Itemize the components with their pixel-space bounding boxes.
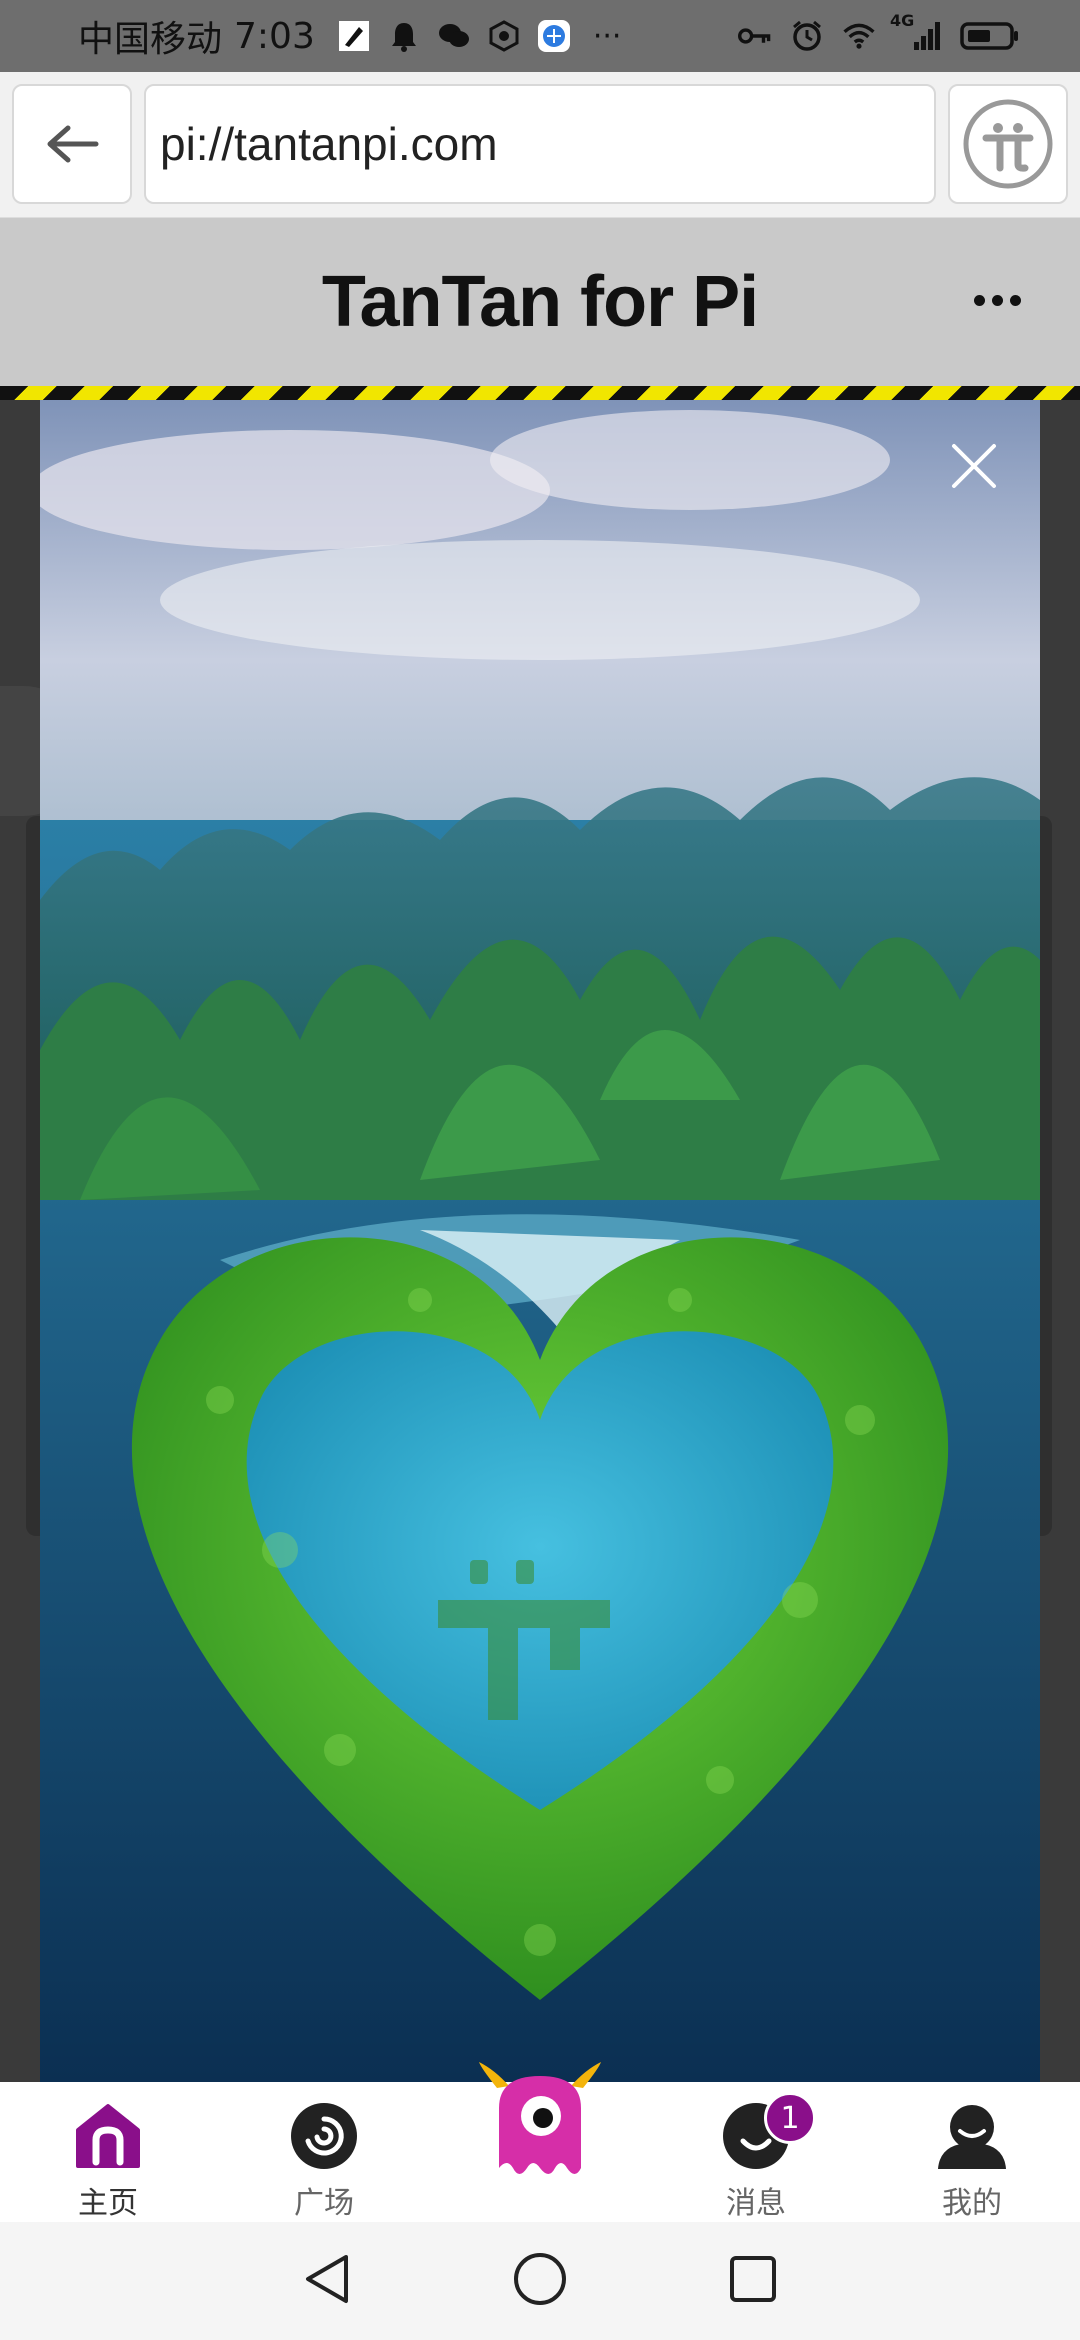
more-notifications: ··· [592, 18, 622, 54]
clock: 7:03 [234, 15, 315, 57]
rocket-icon [337, 19, 371, 53]
status-right: 4G [738, 11, 1020, 53]
system-back-icon[interactable] [302, 2251, 352, 2311]
network-type: 4G [890, 11, 915, 30]
key-icon [738, 19, 772, 53]
app-header: TanTan for Pi [0, 218, 1080, 386]
dot-icon [1009, 294, 1021, 306]
profile-icon [936, 2100, 1008, 2172]
close-button[interactable] [946, 438, 1002, 494]
plaza-icon [288, 2100, 360, 2172]
mascot-icon [475, 2058, 605, 2188]
nav-home[interactable]: 主页 [0, 2082, 216, 2222]
nav-messages-label: 消息 [726, 2186, 786, 2221]
hazard-stripe [0, 386, 1080, 400]
url-field[interactable]: pi://tantanpi.com [144, 84, 936, 204]
heart-lake-image [40, 400, 1040, 2082]
signal-icon: 4G [890, 11, 942, 53]
home-icon [72, 2100, 144, 2172]
status-bar: 中国移动 7:03 ··· 4G [0, 0, 1080, 72]
nav-profile-label: 我的 [942, 2186, 1002, 2221]
browser-toolbar: pi://tantanpi.com [0, 72, 1080, 218]
nav-messages[interactable]: 1 消息 [648, 2082, 864, 2222]
system-home-icon[interactable] [512, 2251, 568, 2311]
alarm-icon [790, 19, 824, 53]
dot-icon [973, 294, 985, 306]
app-title: TanTan for Pi [321, 262, 759, 342]
message-badge: 1 [764, 2092, 816, 2144]
more-options-button[interactable] [962, 280, 1032, 320]
nav-plaza[interactable]: 广场 [216, 2082, 432, 2222]
screen: 中国移动 7:03 ··· 4G pi://tantanpi.com TanTa… [0, 0, 1080, 2340]
status-left: 中国移动 7:03 ··· [78, 10, 621, 62]
nav-home-label: 主页 [78, 2186, 138, 2221]
nav-profile[interactable]: 我的 [864, 2082, 1080, 2222]
image-viewer[interactable] [40, 400, 1040, 2082]
pi-logo-icon [963, 99, 1053, 189]
browser-icon [537, 19, 571, 53]
app-icon [487, 19, 521, 53]
back-arrow-icon [47, 125, 99, 163]
battery-icon [960, 19, 1020, 53]
bottom-navigation: 主页 广场 1 消息 我的 [0, 2062, 1080, 2222]
back-button[interactable] [12, 84, 132, 204]
url-text: pi://tantanpi.com [160, 118, 498, 170]
pi-browser-button[interactable] [948, 84, 1068, 204]
system-recents-icon[interactable] [728, 2254, 778, 2308]
dot-icon [991, 294, 1003, 306]
nav-mascot[interactable] [432, 2062, 648, 2222]
carrier-label: 中国移动 [78, 19, 223, 60]
notification-bell-icon [387, 19, 421, 53]
close-icon [952, 444, 996, 488]
nav-plaza-label: 广场 [294, 2186, 354, 2221]
wifi-icon [842, 19, 876, 53]
system-navigation-bar [0, 2222, 1080, 2340]
notification-icons: ··· [337, 18, 622, 54]
wechat-icon [437, 19, 471, 53]
